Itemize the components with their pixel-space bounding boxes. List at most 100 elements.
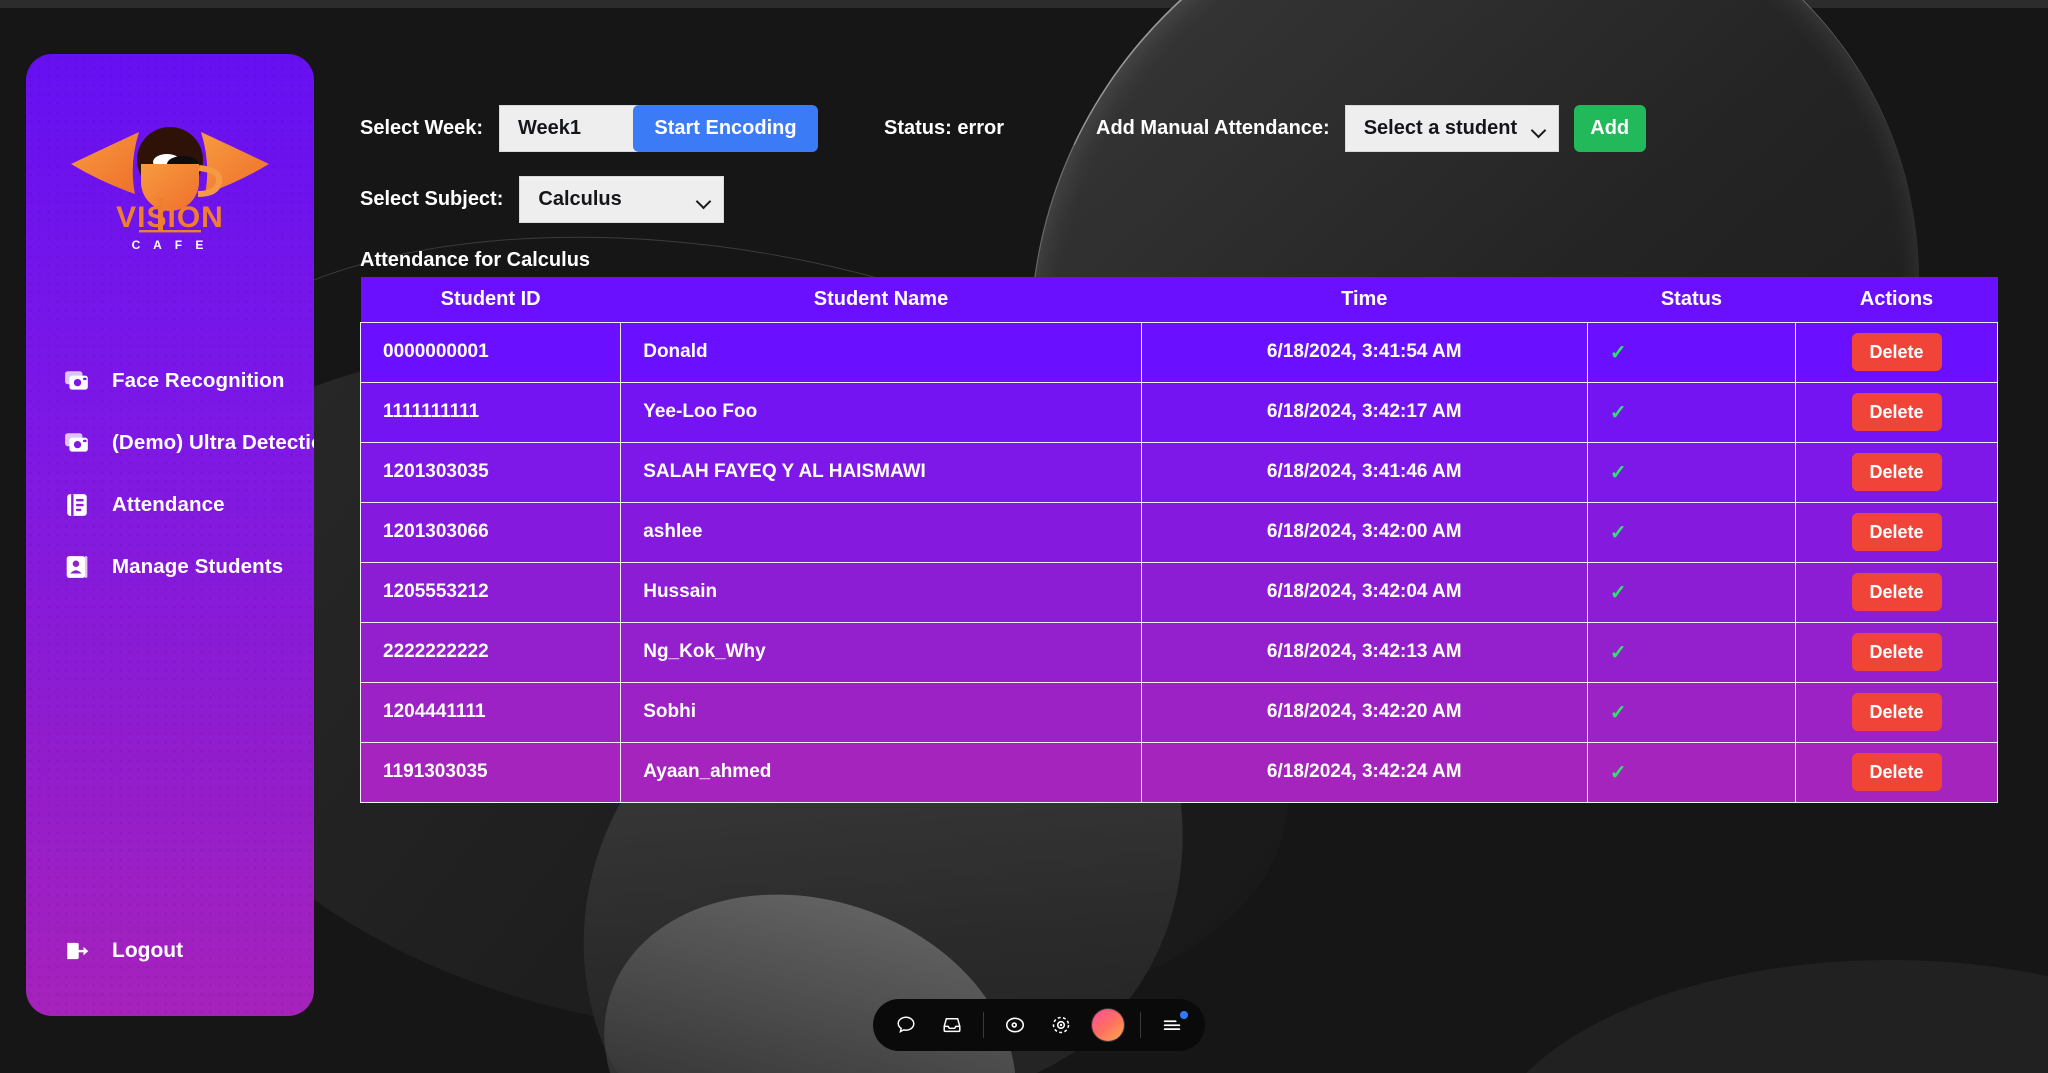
cell-student-id: 1204441111 xyxy=(359,681,622,743)
cell-time: 6/18/2024, 3:42:17 AM xyxy=(1140,381,1588,443)
table-body: 0000000001 Donald 6/18/2024, 3:41:54 AM ✓ De… xyxy=(359,321,1998,803)
sidebar-item-attendance[interactable]: Attendance xyxy=(26,474,314,536)
table-head: Student ID Student Name Time Status Acti… xyxy=(360,277,1998,322)
cell-student-id: 1111111111 xyxy=(359,381,622,443)
camera-icon xyxy=(65,371,88,390)
subject-select[interactable]: Calculus xyxy=(519,176,725,223)
table-header-row: Student ID Student Name Time Status Acti… xyxy=(360,277,1998,322)
cell-time: 6/18/2024, 3:42:00 AM xyxy=(1140,501,1588,563)
cell-actions: Delete xyxy=(1795,441,1998,503)
logout-button[interactable]: Logout xyxy=(64,938,183,964)
focus-target-button[interactable] xyxy=(1046,1010,1076,1040)
menu-button[interactable] xyxy=(1157,1010,1188,1040)
delete-button[interactable]: Delete xyxy=(1851,513,1942,551)
sidebar-item-label: Manage Students xyxy=(112,555,284,578)
sidebar-item-ultra-detection[interactable]: (Demo) Ultra Detection xyxy=(26,412,314,474)
delete-button[interactable]: Delete xyxy=(1851,333,1942,371)
status-check-icon: ✓ xyxy=(1609,401,1627,424)
app-logo: VISION C A F E xyxy=(55,102,285,262)
cell-student-name: Donald xyxy=(620,321,1142,383)
delete-button[interactable]: Delete xyxy=(1851,753,1942,791)
cell-student-id: 1201303066 xyxy=(359,501,622,563)
cell-student-id: 1201303035 xyxy=(359,441,622,503)
start-encoding-button[interactable]: Start Encoding xyxy=(633,105,818,152)
status-check-icon: ✓ xyxy=(1609,461,1627,484)
cell-status: ✓ xyxy=(1586,381,1797,443)
svg-text:C A F E: C A F E xyxy=(132,238,209,252)
sidebar-item-label: Face Recognition xyxy=(112,369,285,392)
cell-student-name: SALAH FAYEQ Y AL HAISMAWI xyxy=(620,441,1142,503)
header-time: Time xyxy=(1141,277,1588,322)
table-row: 1111111111 Yee-Loo Foo 6/18/2024, 3:42:17 … xyxy=(359,381,1998,443)
select-week-label: Select Week: xyxy=(360,117,484,139)
manual-attendance-label: Add Manual Attendance: xyxy=(1096,117,1330,139)
avatar-orb-button[interactable] xyxy=(1092,1009,1124,1041)
select-subject-label: Select Subject: xyxy=(360,188,504,210)
table-row: 1191303035 Ayaan_ahmed 6/18/2024, 3:42:24 … xyxy=(359,741,1998,803)
cell-actions: Delete xyxy=(1795,621,1998,683)
table-row: 1201303066 ashlee 6/18/2024, 3:42:00 AM ✓ De… xyxy=(359,501,1998,563)
chat-bubble-button[interactable] xyxy=(891,1010,921,1040)
inbox-tray-button[interactable] xyxy=(937,1010,967,1040)
week-control-row: Select Week: Week1 xyxy=(360,105,680,152)
top-edge-bar xyxy=(0,0,2048,8)
cell-student-name: Yee-Loo Foo xyxy=(620,381,1142,443)
header-student-name: Student Name xyxy=(620,277,1142,322)
app-root: VISION C A F E Face Recognition (Demo) U… xyxy=(0,0,2048,1073)
logout-icon xyxy=(67,942,89,960)
chevron-down-icon xyxy=(696,193,712,209)
table-row: 1201303035 SALAH FAYEQ Y AL HAISMAWI 6/18/… xyxy=(359,441,1998,503)
delete-button[interactable]: Delete xyxy=(1851,693,1942,731)
status-check-icon: ✓ xyxy=(1609,641,1627,664)
delete-button[interactable]: Delete xyxy=(1851,633,1942,671)
table-row: 1205553212 Hussain 6/18/2024, 3:42:04 AM ✓ D… xyxy=(359,561,1998,623)
manual-attendance-group: Add Manual Attendance: Select a student … xyxy=(1096,105,1646,152)
notification-dot xyxy=(1180,1011,1188,1019)
delete-button[interactable]: Delete xyxy=(1851,393,1942,431)
student-select[interactable]: Select a student xyxy=(1344,105,1559,152)
week-select-value: Week1 xyxy=(518,117,582,139)
status-check-icon: ✓ xyxy=(1609,521,1627,544)
subject-select-value: Calculus xyxy=(538,188,622,210)
cell-actions: Delete xyxy=(1795,501,1998,563)
sidebar-item-label: (Demo) Ultra Detection xyxy=(112,431,314,454)
inbox-tray-icon xyxy=(943,1018,961,1033)
dock-divider xyxy=(1140,1012,1141,1038)
status-check-icon: ✓ xyxy=(1609,341,1627,364)
status-check-icon: ✓ xyxy=(1609,701,1627,724)
subject-control-row: Select Subject: Calculus xyxy=(360,176,725,223)
cell-student-id: 1191303035 xyxy=(359,741,622,803)
table-row: 2222222222 Ng_Kok_Why 6/18/2024, 3:42:13 A… xyxy=(359,621,1998,683)
status-check-icon: ✓ xyxy=(1609,581,1627,604)
cell-student-name: Sobhi xyxy=(620,681,1142,743)
cell-student-id: 0000000001 xyxy=(359,321,622,383)
cell-time: 6/18/2024, 3:42:04 AM xyxy=(1140,561,1588,623)
cell-student-name: ashlee xyxy=(620,501,1142,563)
dock-divider xyxy=(983,1012,984,1038)
chevron-down-icon xyxy=(1530,122,1546,138)
header-actions: Actions xyxy=(1795,277,1998,322)
cell-time: 6/18/2024, 3:42:13 AM xyxy=(1140,621,1588,683)
sidebar-item-label: Attendance xyxy=(112,493,225,516)
cell-student-id: 1205553212 xyxy=(359,561,622,623)
logout-label: Logout xyxy=(112,939,184,962)
bg-blob-bottom-right xyxy=(1480,960,2048,1073)
record-button[interactable] xyxy=(1000,1010,1030,1040)
cell-status: ✓ xyxy=(1586,741,1797,803)
svg-text:VISION: VISION xyxy=(116,201,224,234)
header-student-id: Student ID xyxy=(360,277,621,322)
delete-button[interactable]: Delete xyxy=(1851,453,1942,491)
vision-cafe-logo-icon: VISION C A F E xyxy=(71,127,269,252)
cell-status: ✓ xyxy=(1586,561,1797,623)
attendance-table-wrapper: Student ID Student Name Time Status Acti… xyxy=(359,277,1998,803)
table-row: 0000000001 Donald 6/18/2024, 3:41:54 AM ✓ De… xyxy=(359,321,1998,383)
delete-button[interactable]: Delete xyxy=(1851,573,1942,611)
cell-status: ✓ xyxy=(1586,681,1797,743)
chat-bubble-icon xyxy=(897,1016,915,1034)
bottom-dock xyxy=(873,999,1205,1051)
cell-status: ✓ xyxy=(1586,501,1797,563)
cell-time: 6/18/2024, 3:42:20 AM xyxy=(1140,681,1588,743)
sidebar-item-manage-students[interactable]: Manage Students xyxy=(26,536,314,598)
sidebar-item-face-recognition[interactable]: Face Recognition xyxy=(26,350,314,412)
add-attendance-button[interactable]: Add xyxy=(1573,105,1646,152)
